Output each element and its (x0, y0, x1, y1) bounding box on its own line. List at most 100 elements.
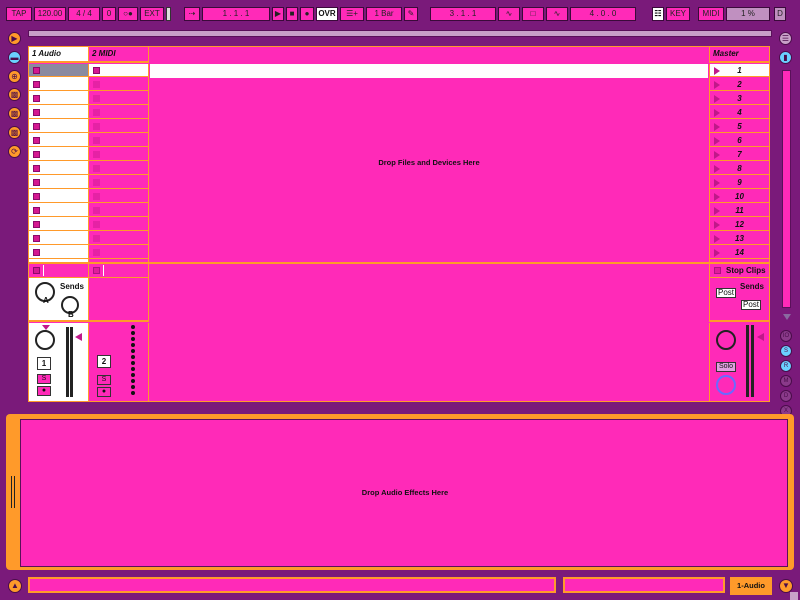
clip-slot[interactable] (29, 148, 88, 161)
track-activator[interactable]: 2 (97, 355, 111, 368)
master-solo-button[interactable]: Solo (716, 362, 736, 372)
loop-switch-icon[interactable]: □ (522, 7, 544, 21)
clip-slot[interactable] (29, 204, 88, 217)
clip-slot[interactable] (29, 106, 88, 119)
clip-slot[interactable] (29, 120, 88, 133)
places-icon[interactable]: ⟳ (8, 145, 21, 158)
track-header-audio[interactable]: 1 Audio (29, 47, 89, 63)
scene-launch[interactable]: 1 (710, 64, 769, 77)
loop-length-field[interactable]: 4 . 0 . 0 (570, 7, 636, 21)
expand-up-icon[interactable]: ▲ (8, 579, 22, 593)
scene-launch[interactable]: 11 (710, 204, 769, 217)
scene-launch[interactable]: 12 (710, 218, 769, 231)
device-handle[interactable] (11, 476, 15, 508)
ovr-button[interactable]: OVR (316, 7, 338, 21)
expand-down-icon[interactable]: ▼ (779, 579, 793, 593)
mixer-toggle[interactable]: M (780, 375, 792, 387)
menu-icon[interactable]: ☰ (779, 32, 792, 45)
clip-slot[interactable] (89, 120, 148, 133)
clip-slot[interactable] (29, 232, 88, 245)
tap-button[interactable]: TAP (6, 7, 32, 21)
clip-slot[interactable] (89, 204, 148, 217)
clip-slot[interactable] (89, 232, 148, 245)
clip-slot[interactable] (89, 92, 148, 105)
clip-slot[interactable] (89, 148, 148, 161)
scroll-down-icon[interactable] (783, 314, 791, 320)
ext-sync-button[interactable]: EXT (140, 7, 164, 21)
quantize-menu[interactable]: 1 Bar (366, 7, 402, 21)
clips-icon[interactable]: ▩ (8, 107, 21, 120)
scene-launch[interactable]: 10 (710, 190, 769, 203)
clip-slot[interactable] (89, 106, 148, 119)
sends-toggle[interactable]: S (780, 345, 792, 357)
loop-start-field[interactable]: 3 . 1 . 1 (430, 7, 496, 21)
metronome-field[interactable]: 0 (102, 7, 116, 21)
clip-slot[interactable] (29, 92, 88, 105)
master-fader-icon[interactable] (757, 333, 764, 341)
play-button[interactable]: ▶ (272, 7, 284, 21)
clip-slot[interactable] (89, 246, 148, 259)
arm-button[interactable]: ● (37, 386, 51, 396)
clip-slot[interactable] (89, 64, 148, 77)
post-button-a[interactable]: Post (716, 288, 736, 298)
time-signature-field[interactable]: 4 / 4 (68, 7, 100, 21)
session-view-icon[interactable]: ▮ (779, 51, 792, 64)
key-map-button[interactable]: KEY (666, 7, 690, 21)
stop-all-icon[interactable] (33, 267, 40, 274)
clip-slot[interactable] (89, 134, 148, 147)
play-view-icon[interactable]: ▶ (8, 32, 21, 45)
overview-bar[interactable] (28, 30, 772, 37)
solo-button[interactable]: S (97, 375, 111, 385)
session-scrollbar[interactable] (782, 70, 791, 308)
scene-launch[interactable]: 8 (710, 162, 769, 175)
arrow-right-icon[interactable]: ⇢ (184, 7, 200, 21)
clip-slot[interactable] (89, 190, 148, 203)
track-header-midi[interactable]: 2 MIDI (89, 47, 149, 63)
clip-slot[interactable] (89, 162, 148, 175)
resize-corner-icon[interactable] (790, 592, 798, 600)
pan-knob[interactable] (35, 330, 55, 350)
stop-clips-button[interactable]: Stop Clips (709, 264, 769, 278)
arm-button[interactable]: ● (97, 387, 111, 397)
midi-map-button[interactable]: MIDI (698, 7, 724, 21)
clip-slot[interactable] (29, 246, 88, 259)
clip-slot[interactable] (89, 218, 148, 231)
samples-icon[interactable]: ▩ (8, 88, 21, 101)
solo-button[interactable]: S (37, 374, 51, 384)
io-toggle[interactable]: IO (780, 330, 792, 342)
stop-button[interactable]: ■ (286, 7, 298, 21)
scene-launch[interactable]: 7 (710, 148, 769, 161)
track-activator[interactable]: 1 (37, 357, 51, 370)
pencil-icon[interactable]: ✎ (404, 7, 418, 21)
drop-area[interactable]: Drop Files and Devices Here (150, 64, 708, 262)
punch-out-icon[interactable]: ∿ (546, 7, 568, 21)
presets-icon[interactable]: ▩ (8, 126, 21, 139)
master-pan-knob[interactable] (716, 330, 736, 350)
stop-all-icon[interactable] (93, 267, 100, 274)
clip-slot[interactable] (29, 190, 88, 203)
clip-slot[interactable] (29, 64, 88, 77)
track-header-master[interactable]: Master (709, 47, 769, 63)
plugin-icon[interactable]: ⊕ (8, 70, 21, 83)
record-button[interactable]: ● (300, 7, 314, 21)
clip-slot[interactable] (29, 134, 88, 147)
scene-launch[interactable]: 13 (710, 232, 769, 245)
punch-in-icon[interactable]: ∿ (498, 7, 520, 21)
device-drop-area[interactable]: Drop Audio Effects Here (20, 419, 788, 567)
delay-toggle[interactable]: D (780, 390, 792, 402)
scene-launch[interactable]: 14 (710, 246, 769, 259)
clip-slot[interactable] (29, 176, 88, 189)
clip-slot[interactable] (29, 218, 88, 231)
scene-launch[interactable]: 9 (710, 176, 769, 189)
scene-launch[interactable]: 4 (710, 106, 769, 119)
volume-fader-icon[interactable] (75, 333, 82, 341)
draw-mode-icon[interactable]: ☰+ (340, 7, 364, 21)
scene-launch[interactable]: 6 (710, 134, 769, 147)
browser-icon[interactable]: ▬ (8, 51, 21, 64)
scene-launch[interactable]: 3 (710, 92, 769, 105)
clip-slot[interactable] (89, 78, 148, 91)
scene-launch[interactable]: 5 (710, 120, 769, 133)
clip-slot[interactable] (29, 162, 88, 175)
selected-track-label[interactable]: 1-Audio (730, 577, 772, 595)
tempo-field[interactable]: 120.00 (34, 7, 66, 21)
